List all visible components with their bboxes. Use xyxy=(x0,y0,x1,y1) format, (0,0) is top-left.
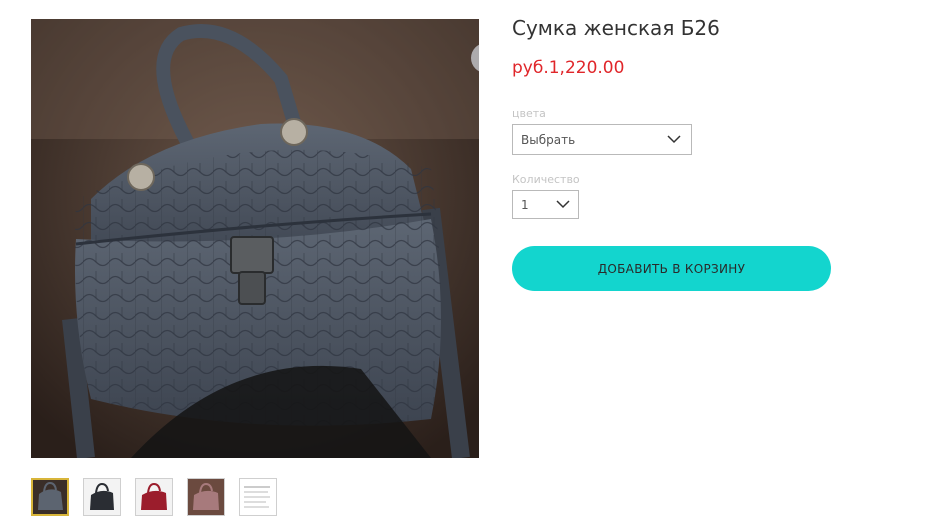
quantity-select-value: 1 xyxy=(521,197,529,212)
product-price: руб.1,220.00 xyxy=(512,58,625,78)
chevron-down-icon xyxy=(667,135,681,144)
product-title: Сумка женская Б26 xyxy=(512,16,720,40)
black-bag-thumbnail-image xyxy=(84,479,120,515)
color-select-value: Выбрать xyxy=(521,132,576,147)
handbag-photo xyxy=(31,19,479,458)
quantity-label: Количество xyxy=(512,173,580,186)
thumbnail-black-bag[interactable] xyxy=(83,478,121,516)
red-bag-thumbnail-image xyxy=(136,479,172,515)
chevron-down-icon xyxy=(556,200,570,209)
thumbnail-red-bag[interactable] xyxy=(135,478,173,516)
thumbnail-size-chart[interactable] xyxy=(239,478,277,516)
color-select[interactable]: Выбрать xyxy=(512,124,692,155)
thumbnail-strip xyxy=(31,478,277,516)
pink-bag-thumbnail-image xyxy=(188,479,224,515)
product-main-image[interactable] xyxy=(31,19,479,458)
add-to-cart-button[interactable]: ДОБАВИТЬ В КОРЗИНУ xyxy=(512,246,831,291)
thumbnail-gray-bag[interactable] xyxy=(31,478,69,516)
color-label: цвета xyxy=(512,107,546,120)
gray-bag-thumbnail-image xyxy=(33,480,67,514)
thumbnail-pink-bag[interactable] xyxy=(187,478,225,516)
size-chart-thumbnail-image xyxy=(240,479,276,515)
quantity-select[interactable]: 1 xyxy=(512,190,579,219)
